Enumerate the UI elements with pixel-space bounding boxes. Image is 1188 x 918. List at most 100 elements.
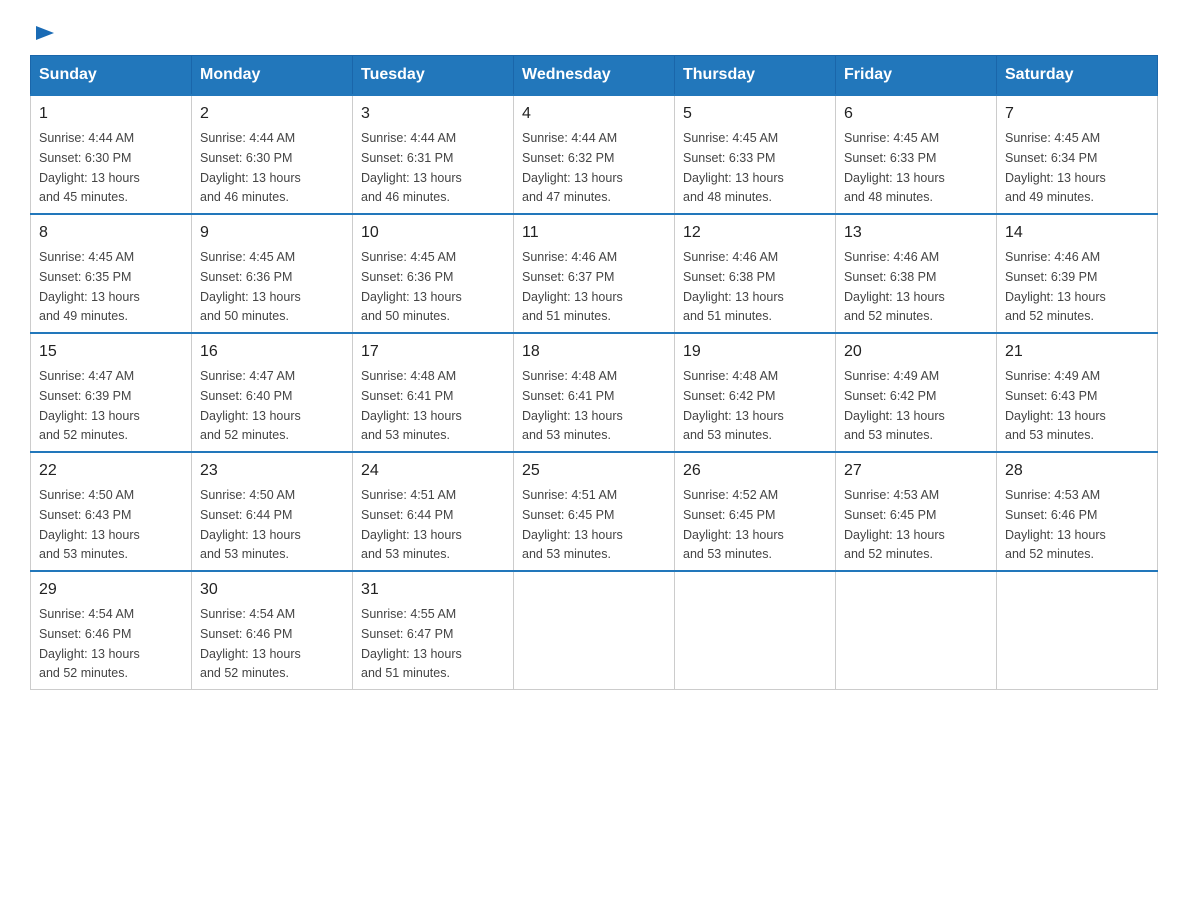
calendar-cell: 5 Sunrise: 4:45 AM Sunset: 6:33 PM Dayli…: [675, 95, 836, 214]
day-info: Sunrise: 4:46 AM Sunset: 6:37 PM Dayligh…: [522, 250, 623, 323]
calendar-cell: 9 Sunrise: 4:45 AM Sunset: 6:36 PM Dayli…: [192, 214, 353, 333]
calendar-cell: 17 Sunrise: 4:48 AM Sunset: 6:41 PM Dayl…: [353, 333, 514, 452]
calendar-cell: 20 Sunrise: 4:49 AM Sunset: 6:42 PM Dayl…: [836, 333, 997, 452]
day-number: 12: [683, 221, 827, 245]
column-header-thursday: Thursday: [675, 56, 836, 96]
calendar-cell: 10 Sunrise: 4:45 AM Sunset: 6:36 PM Dayl…: [353, 214, 514, 333]
logo-line1: [30, 20, 56, 51]
calendar-cell: 3 Sunrise: 4:44 AM Sunset: 6:31 PM Dayli…: [353, 95, 514, 214]
day-info: Sunrise: 4:45 AM Sunset: 6:33 PM Dayligh…: [844, 131, 945, 204]
day-info: Sunrise: 4:46 AM Sunset: 6:38 PM Dayligh…: [683, 250, 784, 323]
day-info: Sunrise: 4:44 AM Sunset: 6:30 PM Dayligh…: [39, 131, 140, 204]
calendar-cell: 21 Sunrise: 4:49 AM Sunset: 6:43 PM Dayl…: [997, 333, 1158, 452]
day-info: Sunrise: 4:50 AM Sunset: 6:44 PM Dayligh…: [200, 488, 301, 561]
calendar-cell: 7 Sunrise: 4:45 AM Sunset: 6:34 PM Dayli…: [997, 95, 1158, 214]
calendar-cell: 31 Sunrise: 4:55 AM Sunset: 6:47 PM Dayl…: [353, 571, 514, 690]
calendar-cell: 2 Sunrise: 4:44 AM Sunset: 6:30 PM Dayli…: [192, 95, 353, 214]
column-header-monday: Monday: [192, 56, 353, 96]
calendar-cell: [997, 571, 1158, 690]
calendar-cell: [514, 571, 675, 690]
calendar-cell: 8 Sunrise: 4:45 AM Sunset: 6:35 PM Dayli…: [31, 214, 192, 333]
day-info: Sunrise: 4:55 AM Sunset: 6:47 PM Dayligh…: [361, 607, 462, 680]
day-number: 3: [361, 102, 505, 126]
day-number: 4: [522, 102, 666, 126]
day-number: 13: [844, 221, 988, 245]
calendar-cell: 12 Sunrise: 4:46 AM Sunset: 6:38 PM Dayl…: [675, 214, 836, 333]
day-number: 11: [522, 221, 666, 245]
day-number: 24: [361, 459, 505, 483]
calendar-week-row: 1 Sunrise: 4:44 AM Sunset: 6:30 PM Dayli…: [31, 95, 1158, 214]
day-info: Sunrise: 4:49 AM Sunset: 6:42 PM Dayligh…: [844, 369, 945, 442]
day-info: Sunrise: 4:45 AM Sunset: 6:36 PM Dayligh…: [200, 250, 301, 323]
day-info: Sunrise: 4:45 AM Sunset: 6:35 PM Dayligh…: [39, 250, 140, 323]
calendar-cell: 15 Sunrise: 4:47 AM Sunset: 6:39 PM Dayl…: [31, 333, 192, 452]
day-info: Sunrise: 4:53 AM Sunset: 6:45 PM Dayligh…: [844, 488, 945, 561]
calendar-cell: 25 Sunrise: 4:51 AM Sunset: 6:45 PM Dayl…: [514, 452, 675, 571]
day-info: Sunrise: 4:54 AM Sunset: 6:46 PM Dayligh…: [39, 607, 140, 680]
day-info: Sunrise: 4:53 AM Sunset: 6:46 PM Dayligh…: [1005, 488, 1106, 561]
day-info: Sunrise: 4:45 AM Sunset: 6:33 PM Dayligh…: [683, 131, 784, 204]
day-number: 27: [844, 459, 988, 483]
column-header-tuesday: Tuesday: [353, 56, 514, 96]
calendar-cell: 4 Sunrise: 4:44 AM Sunset: 6:32 PM Dayli…: [514, 95, 675, 214]
day-number: 8: [39, 221, 183, 245]
calendar-cell: 22 Sunrise: 4:50 AM Sunset: 6:43 PM Dayl…: [31, 452, 192, 571]
day-info: Sunrise: 4:45 AM Sunset: 6:34 PM Dayligh…: [1005, 131, 1106, 204]
day-number: 2: [200, 102, 344, 126]
calendar-cell: 6 Sunrise: 4:45 AM Sunset: 6:33 PM Dayli…: [836, 95, 997, 214]
day-number: 1: [39, 102, 183, 126]
calendar-cell: 16 Sunrise: 4:47 AM Sunset: 6:40 PM Dayl…: [192, 333, 353, 452]
calendar-cell: 18 Sunrise: 4:48 AM Sunset: 6:41 PM Dayl…: [514, 333, 675, 452]
day-number: 15: [39, 340, 183, 364]
day-info: Sunrise: 4:44 AM Sunset: 6:30 PM Dayligh…: [200, 131, 301, 204]
day-info: Sunrise: 4:51 AM Sunset: 6:44 PM Dayligh…: [361, 488, 462, 561]
calendar-cell: [675, 571, 836, 690]
calendar-week-row: 22 Sunrise: 4:50 AM Sunset: 6:43 PM Dayl…: [31, 452, 1158, 571]
day-info: Sunrise: 4:44 AM Sunset: 6:32 PM Dayligh…: [522, 131, 623, 204]
day-number: 18: [522, 340, 666, 364]
calendar-week-row: 15 Sunrise: 4:47 AM Sunset: 6:39 PM Dayl…: [31, 333, 1158, 452]
day-info: Sunrise: 4:47 AM Sunset: 6:39 PM Dayligh…: [39, 369, 140, 442]
day-info: Sunrise: 4:47 AM Sunset: 6:40 PM Dayligh…: [200, 369, 301, 442]
day-number: 25: [522, 459, 666, 483]
calendar-cell: 26 Sunrise: 4:52 AM Sunset: 6:45 PM Dayl…: [675, 452, 836, 571]
day-number: 19: [683, 340, 827, 364]
column-header-saturday: Saturday: [997, 56, 1158, 96]
day-info: Sunrise: 4:48 AM Sunset: 6:41 PM Dayligh…: [522, 369, 623, 442]
calendar-header-row: SundayMondayTuesdayWednesdayThursdayFrid…: [31, 56, 1158, 96]
day-number: 16: [200, 340, 344, 364]
day-info: Sunrise: 4:51 AM Sunset: 6:45 PM Dayligh…: [522, 488, 623, 561]
logo-arrow-icon: [34, 20, 56, 51]
day-number: 7: [1005, 102, 1149, 126]
day-number: 26: [683, 459, 827, 483]
calendar-cell: 29 Sunrise: 4:54 AM Sunset: 6:46 PM Dayl…: [31, 571, 192, 690]
day-info: Sunrise: 4:45 AM Sunset: 6:36 PM Dayligh…: [361, 250, 462, 323]
day-number: 9: [200, 221, 344, 245]
calendar-cell: [836, 571, 997, 690]
calendar-cell: 27 Sunrise: 4:53 AM Sunset: 6:45 PM Dayl…: [836, 452, 997, 571]
day-info: Sunrise: 4:48 AM Sunset: 6:42 PM Dayligh…: [683, 369, 784, 442]
day-number: 21: [1005, 340, 1149, 364]
day-info: Sunrise: 4:54 AM Sunset: 6:46 PM Dayligh…: [200, 607, 301, 680]
calendar-cell: 13 Sunrise: 4:46 AM Sunset: 6:38 PM Dayl…: [836, 214, 997, 333]
calendar-cell: 24 Sunrise: 4:51 AM Sunset: 6:44 PM Dayl…: [353, 452, 514, 571]
day-number: 29: [39, 578, 183, 602]
day-info: Sunrise: 4:52 AM Sunset: 6:45 PM Dayligh…: [683, 488, 784, 561]
page-header: [30, 20, 1158, 45]
calendar-cell: 19 Sunrise: 4:48 AM Sunset: 6:42 PM Dayl…: [675, 333, 836, 452]
column-header-friday: Friday: [836, 56, 997, 96]
day-info: Sunrise: 4:49 AM Sunset: 6:43 PM Dayligh…: [1005, 369, 1106, 442]
calendar-cell: 11 Sunrise: 4:46 AM Sunset: 6:37 PM Dayl…: [514, 214, 675, 333]
calendar-cell: 1 Sunrise: 4:44 AM Sunset: 6:30 PM Dayli…: [31, 95, 192, 214]
day-info: Sunrise: 4:48 AM Sunset: 6:41 PM Dayligh…: [361, 369, 462, 442]
day-info: Sunrise: 4:46 AM Sunset: 6:39 PM Dayligh…: [1005, 250, 1106, 323]
calendar-table: SundayMondayTuesdayWednesdayThursdayFrid…: [30, 55, 1158, 690]
day-number: 28: [1005, 459, 1149, 483]
day-info: Sunrise: 4:44 AM Sunset: 6:31 PM Dayligh…: [361, 131, 462, 204]
calendar-cell: 28 Sunrise: 4:53 AM Sunset: 6:46 PM Dayl…: [997, 452, 1158, 571]
day-info: Sunrise: 4:50 AM Sunset: 6:43 PM Dayligh…: [39, 488, 140, 561]
calendar-cell: 30 Sunrise: 4:54 AM Sunset: 6:46 PM Dayl…: [192, 571, 353, 690]
calendar-cell: 23 Sunrise: 4:50 AM Sunset: 6:44 PM Dayl…: [192, 452, 353, 571]
day-number: 23: [200, 459, 344, 483]
column-header-sunday: Sunday: [31, 56, 192, 96]
